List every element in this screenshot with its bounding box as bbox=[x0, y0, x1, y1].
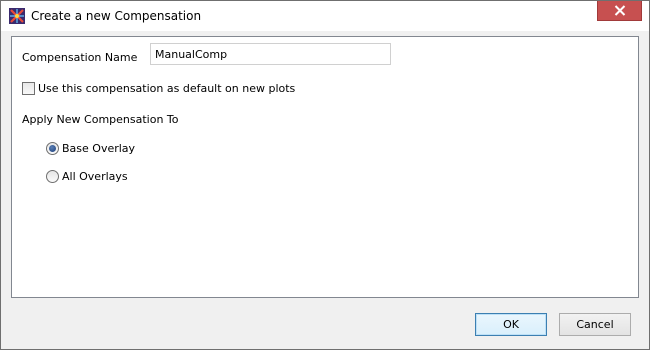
dialog-window: Create a new Compensation Compensation N… bbox=[0, 0, 650, 350]
app-logo-icon bbox=[9, 8, 25, 24]
base-overlay-radio[interactable] bbox=[46, 142, 59, 155]
default-compensation-label[interactable]: Use this compensation as default on new … bbox=[38, 82, 295, 96]
compensation-name-input[interactable] bbox=[150, 43, 391, 65]
apply-to-label: Apply New Compensation To bbox=[22, 113, 179, 126]
base-overlay-label[interactable]: Base Overlay bbox=[62, 142, 135, 156]
compensation-name-label: Compensation Name bbox=[22, 51, 138, 64]
dialog-body: Compensation Name Use this compensation … bbox=[9, 31, 641, 341]
default-compensation-checkbox[interactable] bbox=[22, 82, 35, 95]
all-overlays-radio[interactable] bbox=[46, 170, 59, 183]
close-icon bbox=[614, 5, 626, 16]
close-button[interactable] bbox=[597, 1, 642, 21]
cancel-button[interactable]: Cancel bbox=[559, 313, 631, 336]
form-panel: Compensation Name Use this compensation … bbox=[11, 36, 639, 298]
window-title: Create a new Compensation bbox=[31, 9, 202, 23]
title-bar[interactable]: Create a new Compensation bbox=[1, 1, 649, 31]
all-overlays-label[interactable]: All Overlays bbox=[62, 170, 128, 184]
ok-button[interactable]: OK bbox=[475, 313, 547, 336]
